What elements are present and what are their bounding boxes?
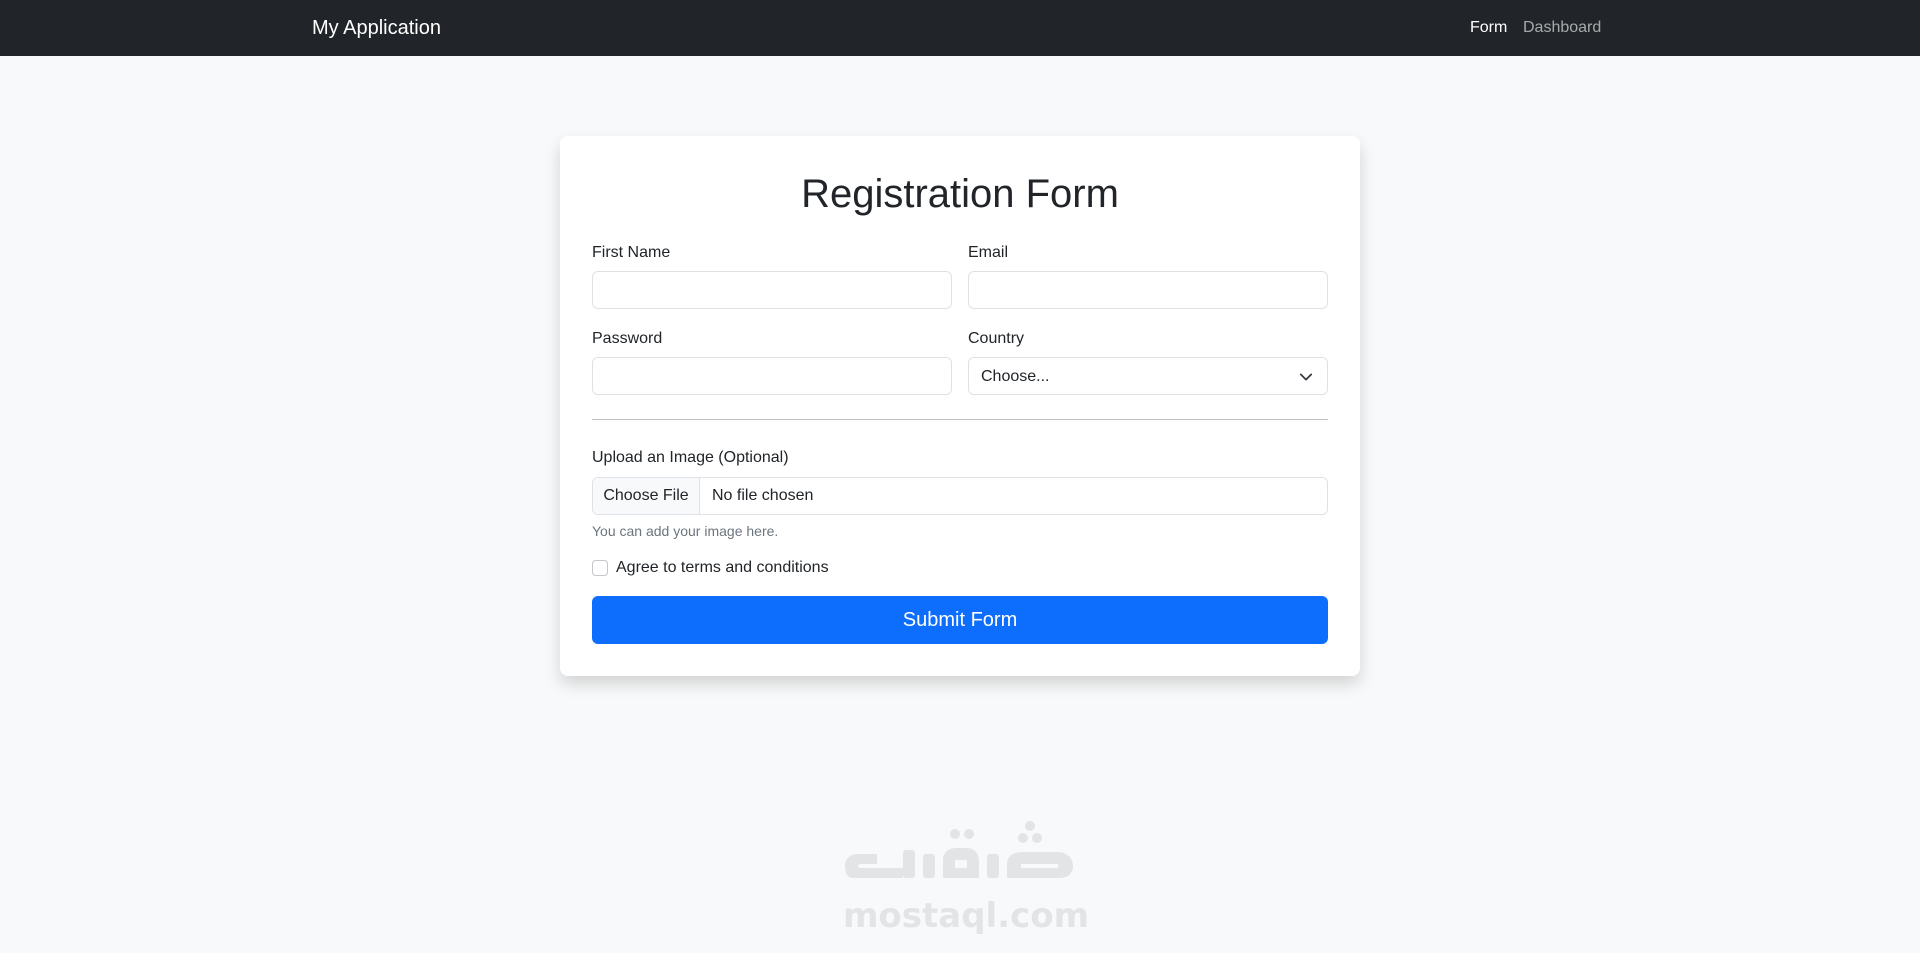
- upload-label: Upload an Image (Optional): [592, 449, 789, 466]
- file-upload-input[interactable]: Choose File No file chosen: [592, 477, 1328, 515]
- terms-label[interactable]: Agree to terms and conditions: [616, 558, 829, 578]
- password-label: Password: [592, 330, 663, 347]
- password-input[interactable]: [592, 357, 952, 395]
- first-name-label: First Name: [592, 244, 671, 261]
- page-title: Registration Form: [801, 172, 1119, 216]
- nav-link-dashboard[interactable]: Dashboard: [1523, 18, 1601, 38]
- brand-link[interactable]: My Application: [312, 15, 441, 41]
- section-divider: [592, 419, 1328, 420]
- mostaql-logo-icon: [845, 821, 1073, 878]
- upload-help-text: You can add your image here.: [592, 523, 779, 539]
- first-name-input[interactable]: [592, 271, 952, 309]
- country-select-value: Choose...: [981, 368, 1050, 385]
- choose-file-button[interactable]: Choose File: [593, 478, 700, 514]
- registration-card: Registration Form First Name Email Passw…: [560, 136, 1360, 676]
- country-label: Country: [968, 330, 1025, 347]
- chevron-down-icon: [1299, 373, 1313, 381]
- country-select[interactable]: Choose...: [968, 357, 1328, 395]
- file-status: No file chosen: [712, 487, 814, 504]
- terms-checkbox[interactable]: [592, 560, 608, 576]
- watermark-text: mostaql.com: [843, 896, 1090, 936]
- email-label: Email: [968, 244, 1009, 261]
- top-navbar: My Application Form Dashboard: [0, 0, 1920, 56]
- email-input[interactable]: [968, 271, 1328, 309]
- mostaql-watermark-logo: mostaql.com: [843, 820, 1090, 940]
- submit-button[interactable]: Submit Form: [592, 596, 1328, 644]
- nav-link-form[interactable]: Form: [1470, 18, 1507, 38]
